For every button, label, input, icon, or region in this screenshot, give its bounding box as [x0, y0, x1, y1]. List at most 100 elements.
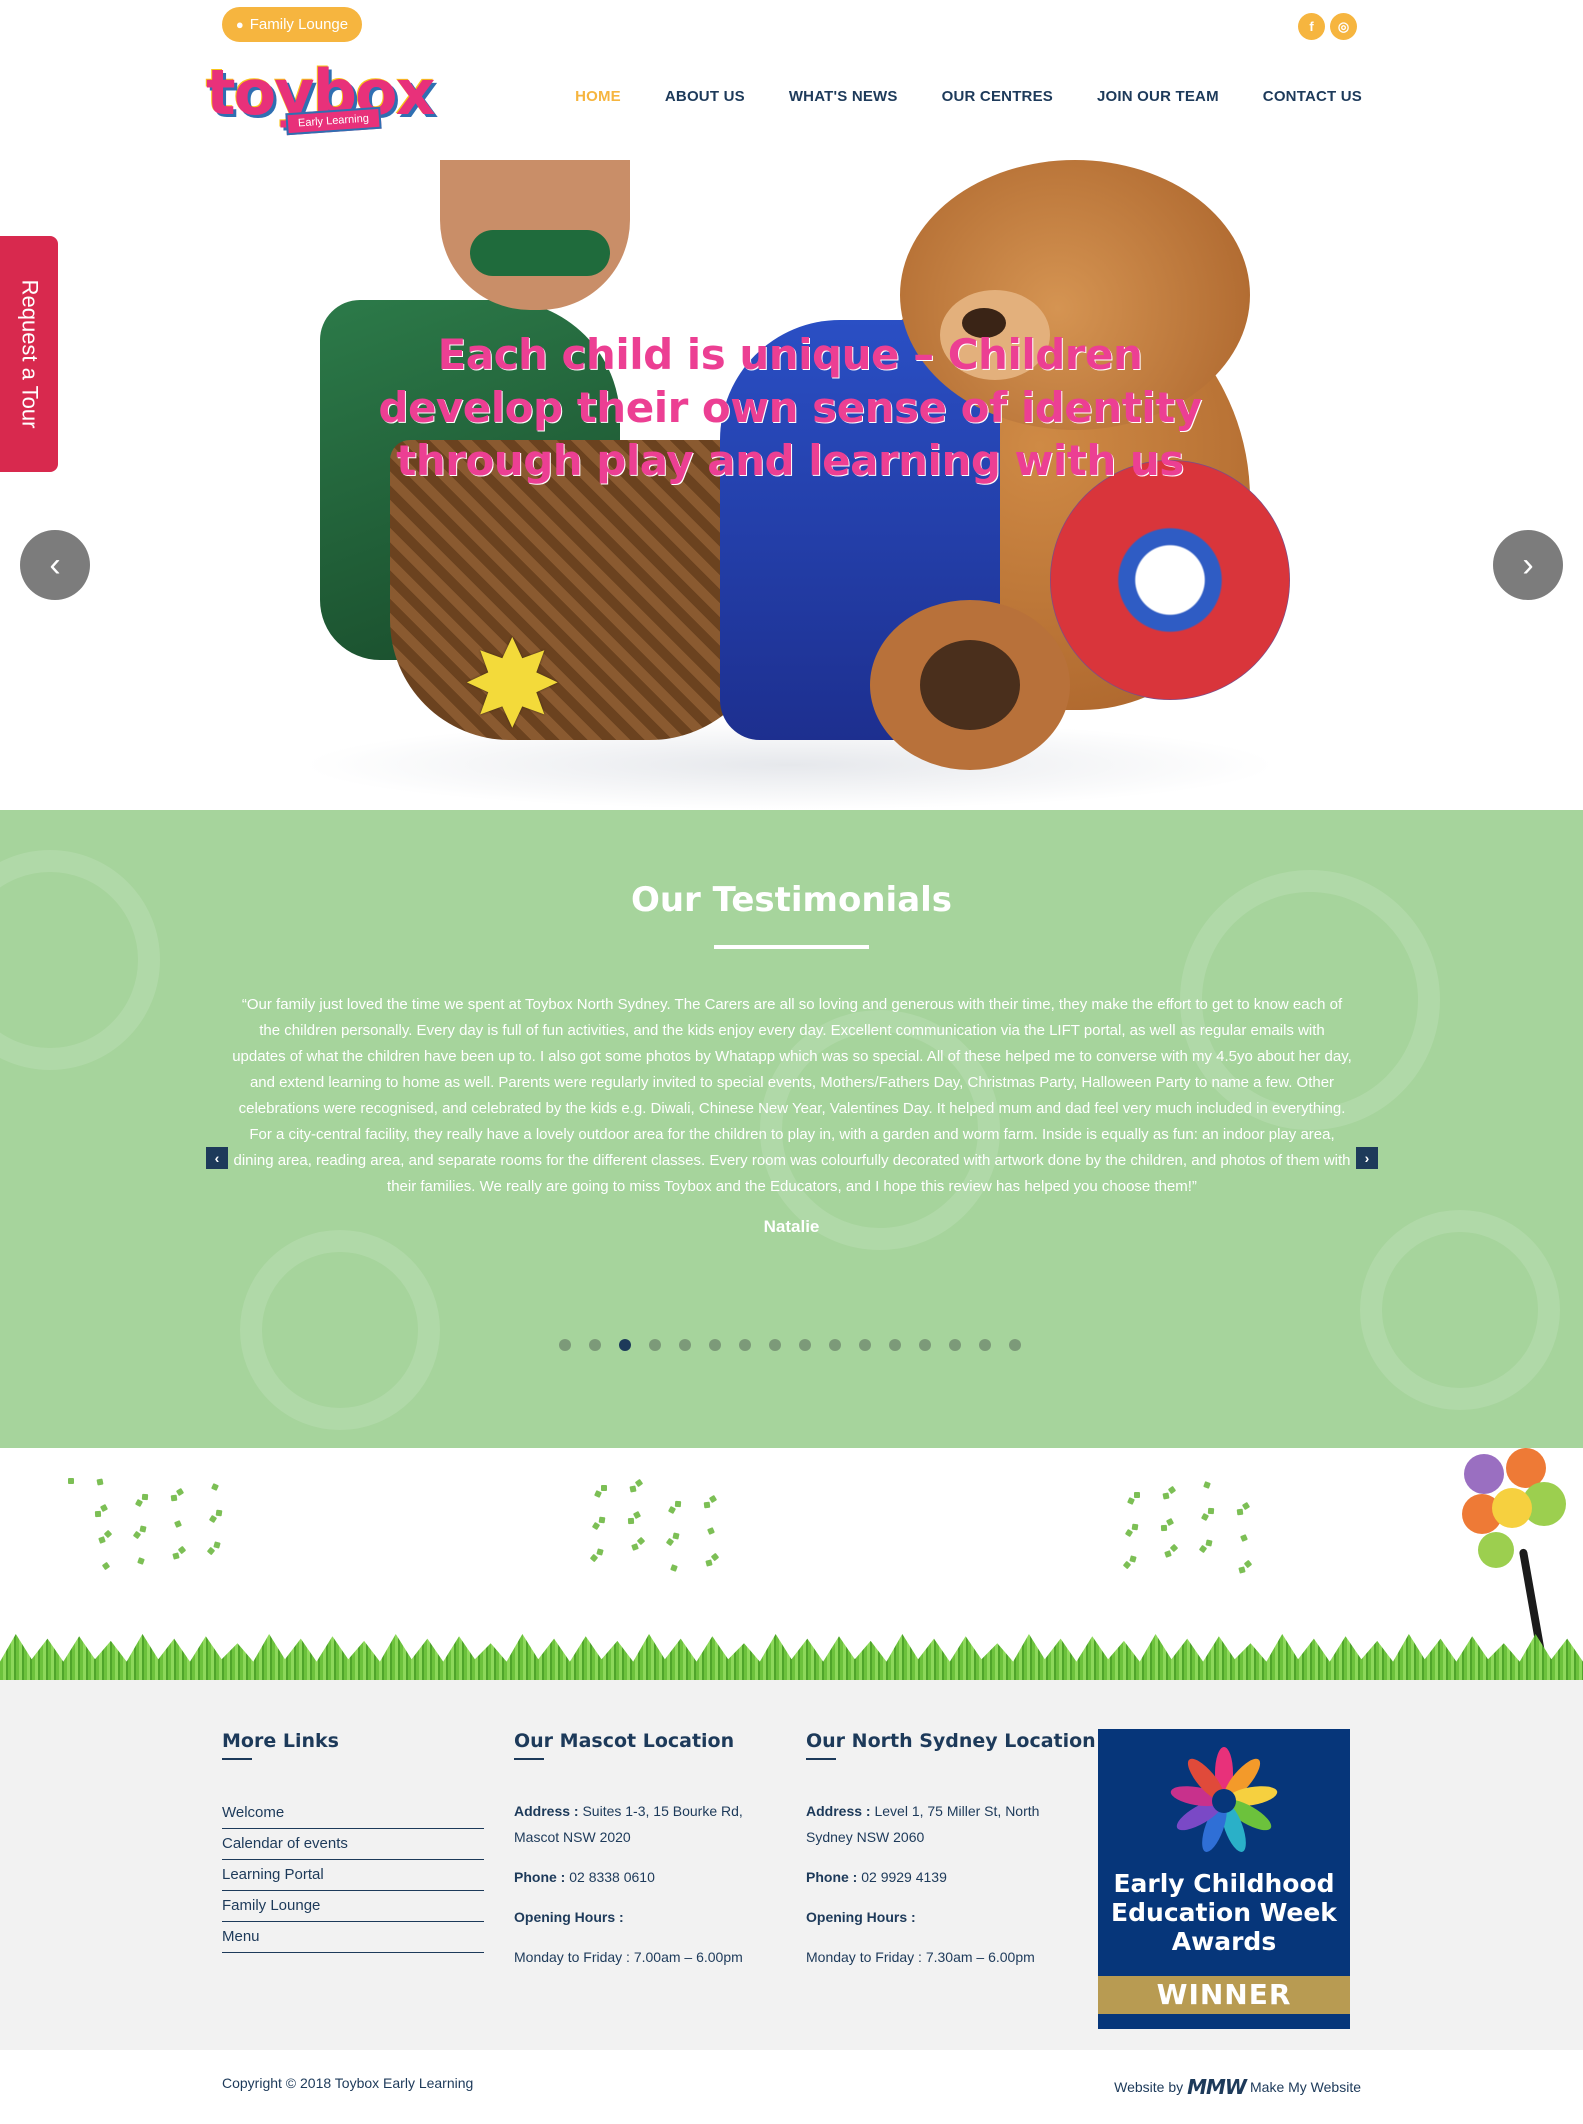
leaf-speck: [1241, 1501, 1251, 1511]
family-lounge-label: Family Lounge: [249, 16, 349, 33]
main-nav: HOME ABOUT US WHAT'S NEWS OUR CENTRES JO…: [531, 88, 1362, 105]
leaf-speck: [68, 1478, 74, 1484]
leaf-speck: [1129, 1555, 1137, 1563]
leaf-speck: [1164, 1550, 1172, 1558]
testimonial-next-button[interactable]: ›: [1356, 1147, 1378, 1169]
hero-mask: [470, 230, 610, 276]
pagination-dot[interactable]: [769, 1339, 781, 1351]
heading-underline: [806, 1758, 836, 1760]
testimonial-quote: “Our family just loved the time we spent…: [232, 996, 1352, 1195]
leaf-speck: [1169, 1543, 1179, 1553]
instagram-icon[interactable]: ◎: [1330, 13, 1357, 40]
footer-link-calendar[interactable]: Calendar of events: [222, 1829, 484, 1860]
grass-band: [0, 1448, 1583, 1680]
footer-link-welcome[interactable]: Welcome: [222, 1798, 484, 1829]
mascot-hours: Monday to Friday : 7.00am – 6.00pm: [514, 1949, 743, 1965]
user-icon: ●: [235, 17, 244, 32]
leaf-speck: [627, 1517, 635, 1525]
leaf-speck: [141, 1493, 149, 1501]
pagination-dot[interactable]: [679, 1339, 691, 1351]
nav-whats-news[interactable]: WHAT'S NEWS: [789, 88, 898, 105]
more-links-list: Welcome Calendar of events Learning Port…: [222, 1798, 484, 1953]
testimonial-prev-button[interactable]: ‹: [206, 1147, 228, 1169]
testimonials-title: Our Testimonials: [630, 880, 953, 920]
leaf-speck: [629, 1485, 637, 1493]
hero-next-button[interactable]: ›: [1493, 530, 1563, 600]
pagination-dot[interactable]: [979, 1339, 991, 1351]
pagination-dot[interactable]: [649, 1339, 661, 1351]
nav-contact-us[interactable]: CONTACT US: [1263, 88, 1362, 105]
footer-link-learning-portal[interactable]: Learning Portal: [222, 1860, 484, 1891]
pagination-dot[interactable]: [919, 1339, 931, 1351]
leaf-speck: [670, 1564, 678, 1572]
request-tour-tab[interactable]: Request a Tour: [0, 236, 58, 472]
leaf-speck: [705, 1559, 713, 1567]
footer-link-family-lounge[interactable]: Family Lounge: [222, 1891, 484, 1922]
pagination-dot[interactable]: [829, 1339, 841, 1351]
nav-join-our-team[interactable]: JOIN OUR TEAM: [1097, 88, 1219, 105]
leaf-speck: [634, 1478, 644, 1488]
pagination-dot[interactable]: [619, 1339, 631, 1351]
grass-sprinkle: [589, 1478, 750, 1578]
leaf-speck: [96, 1478, 104, 1486]
family-lounge-button[interactable]: ● Family Lounge: [222, 7, 362, 42]
testimonials-section: Our Testimonials “Our family just loved …: [0, 810, 1583, 1448]
leaf-speck: [667, 1505, 677, 1515]
north-sydney-phone[interactable]: 02 9929 4139: [857, 1869, 947, 1885]
mmw-logo: MMW: [1187, 2075, 1247, 2099]
leaf-speck: [134, 1498, 144, 1508]
leaf-speck: [172, 1552, 180, 1560]
award-flower-icon: [1170, 1747, 1278, 1852]
leaf-speck: [710, 1552, 720, 1562]
phone-label: Phone :: [806, 1869, 858, 1885]
leaf-speck: [1236, 1508, 1244, 1516]
pagination-dot[interactable]: [949, 1339, 961, 1351]
leaf-speck: [703, 1501, 711, 1509]
leaf-speck: [1167, 1485, 1177, 1495]
leaf-speck: [1160, 1524, 1168, 1532]
nav-about-us[interactable]: ABOUT US: [665, 88, 745, 105]
pagination-dot[interactable]: [1009, 1339, 1021, 1351]
address-label: Address :: [514, 1803, 579, 1819]
mascot-info: Address : Suites 1-3, 15 Bourke Rd, Masc…: [514, 1798, 776, 1970]
pagination-dot[interactable]: [709, 1339, 721, 1351]
more-links-column: More Links Welcome Calendar of events Le…: [222, 1730, 484, 1953]
facebook-icon[interactable]: f: [1298, 13, 1325, 40]
leaf-speck: [215, 1509, 223, 1517]
title-underline: [714, 945, 869, 949]
grass-strip: [0, 1634, 1583, 1680]
leaf-speck: [1127, 1497, 1135, 1505]
pagination-dot[interactable]: [799, 1339, 811, 1351]
mascot-phone[interactable]: 02 8338 0610: [565, 1869, 655, 1885]
hero-prev-button[interactable]: ‹: [20, 530, 90, 600]
pagination-dot[interactable]: [889, 1339, 901, 1351]
leaf-speck: [591, 1521, 601, 1531]
leaf-speck: [99, 1503, 109, 1513]
leaf-speck: [1162, 1492, 1170, 1500]
north-sydney-info: Address : Level 1, 75 Miller St, North S…: [806, 1798, 1068, 1970]
nav-our-centres[interactable]: OUR CENTRES: [942, 88, 1053, 105]
hours-label: Opening Hours :: [806, 1909, 916, 1925]
tree-bloom: [1464, 1454, 1504, 1494]
leaf-speck: [211, 1483, 219, 1491]
leaf-speck: [1124, 1528, 1134, 1538]
leaf-speck: [1122, 1560, 1132, 1570]
footer-link-menu[interactable]: Menu: [222, 1922, 484, 1953]
award-winner-label: WINNER: [1098, 1976, 1350, 2014]
site-logo[interactable]: toybox Early Learning: [206, 58, 436, 140]
pagination-dot[interactable]: [859, 1339, 871, 1351]
award-title: Early Childhood Education Week Awards: [1111, 1869, 1337, 1956]
hero-star-icon: ✸: [462, 618, 563, 752]
tree-bloom: [1478, 1532, 1514, 1568]
pagination-dot[interactable]: [739, 1339, 751, 1351]
leaf-speck: [1134, 1492, 1140, 1498]
leaf-speck: [101, 1561, 111, 1571]
pagination-dot[interactable]: [559, 1339, 571, 1351]
website-credit[interactable]: Website by MMW Make My Website: [1114, 2075, 1361, 2099]
pagination-dot[interactable]: [589, 1339, 601, 1351]
hero-shield: [1050, 460, 1290, 700]
leaf-speck: [1238, 1566, 1246, 1574]
leaf-speck: [665, 1537, 675, 1547]
leaf-speck: [672, 1532, 680, 1540]
nav-home[interactable]: HOME: [575, 88, 621, 105]
